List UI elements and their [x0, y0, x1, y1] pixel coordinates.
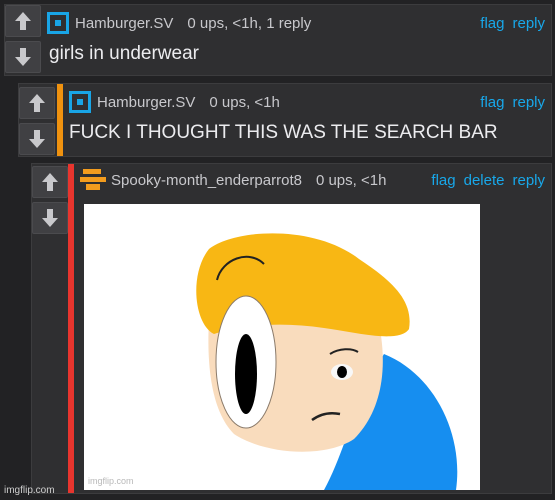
comment-body: Spooky-month_enderparrot8 0 ups, <1h fla…	[68, 164, 551, 493]
square-avatar-icon[interactable]	[69, 91, 91, 113]
comment-body: Hamburger.SV 0 ups, <1h, 1 reply flag re…	[43, 5, 551, 75]
upvote-button[interactable]	[19, 87, 55, 119]
comment-header: Spooky-month_enderparrot8 0 ups, <1h fla…	[80, 168, 551, 192]
comment-text: FUCK I THOUGHT THIS WAS THE SEARCH BAR	[69, 122, 498, 143]
comment-meta: 0 ups, <1h, 1 reply	[187, 14, 312, 32]
orange-avatar-icon[interactable]	[80, 168, 106, 192]
comment-image[interactable]: imgflip.com	[84, 204, 480, 490]
downvote-arrow-icon	[42, 209, 58, 227]
comment-author[interactable]: Spooky-month_enderparrot8	[111, 172, 302, 189]
site-watermark: imgflip.com	[4, 485, 55, 496]
comment-meta: 0 ups, <1h	[315, 171, 387, 189]
comment-header: Hamburger.SV 0 ups, <1h, 1 reply flag re…	[47, 11, 551, 35]
comment-1: Hamburger.SV 0 ups, <1h, 1 reply flag re…	[4, 4, 552, 76]
comment-body: Hamburger.SV 0 ups, <1h flag reply FUCK …	[57, 84, 551, 156]
comment-author[interactable]: Hamburger.SV	[97, 94, 195, 111]
comment-actions: flag reply	[480, 15, 545, 32]
square-avatar-icon[interactable]	[47, 12, 69, 34]
downvote-button[interactable]	[5, 41, 41, 73]
comment-3: Spooky-month_enderparrot8 0 ups, <1h fla…	[31, 163, 552, 494]
upvote-button[interactable]	[32, 166, 68, 198]
flag-link[interactable]: flag	[480, 94, 504, 111]
flag-link[interactable]: flag	[431, 172, 455, 189]
comment-actions: flag reply	[480, 94, 545, 111]
vote-controls	[5, 5, 41, 73]
vote-controls	[19, 87, 55, 155]
vote-controls	[32, 166, 68, 234]
downvote-arrow-icon	[15, 48, 31, 66]
upvote-button[interactable]	[5, 5, 41, 37]
comment-2: Hamburger.SV 0 ups, <1h flag reply FUCK …	[18, 83, 552, 157]
reply-accent-bar	[57, 84, 63, 156]
image-watermark: imgflip.com	[88, 476, 134, 486]
comment-author[interactable]: Hamburger.SV	[75, 15, 173, 32]
comment-header: Hamburger.SV 0 ups, <1h flag reply	[69, 90, 551, 114]
upvote-arrow-icon	[15, 12, 31, 30]
comment-actions: flag delete reply	[431, 172, 545, 189]
reply-link[interactable]: reply	[512, 15, 545, 32]
downvote-arrow-icon	[29, 130, 45, 148]
flag-link[interactable]: flag	[480, 15, 504, 32]
reply-accent-bar	[68, 164, 74, 493]
downvote-button[interactable]	[32, 202, 68, 234]
delete-link[interactable]: delete	[464, 172, 505, 189]
upvote-arrow-icon	[29, 94, 45, 112]
upvote-arrow-icon	[42, 173, 58, 191]
reply-link[interactable]: reply	[512, 94, 545, 111]
downvote-button[interactable]	[19, 123, 55, 155]
reply-link[interactable]: reply	[512, 172, 545, 189]
comment-text: girls in underwear	[49, 43, 199, 64]
comment-meta: 0 ups, <1h	[209, 93, 280, 111]
